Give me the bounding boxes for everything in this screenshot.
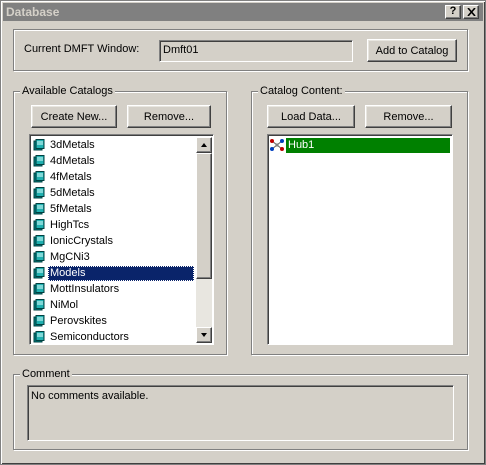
catalog-item[interactable]: MgCNi3 [32, 249, 194, 265]
available-catalogs-title: Available Catalogs [20, 84, 115, 98]
dmft-window-group: Current DMFT Window: Dmft01 Add to Catal… [13, 29, 468, 71]
remove-content-button[interactable]: Remove... [365, 105, 452, 128]
catalog-scrollbar[interactable] [196, 137, 212, 343]
catalog-item[interactable]: 4dMetals [32, 153, 194, 169]
database-dialog: Database ? Current DMFT Window: Dmft01 A… [0, 0, 486, 465]
scroll-thumb[interactable] [196, 153, 212, 279]
catalog-item-label: 5dMetals [50, 186, 95, 199]
catalog-item[interactable]: IonicCrystals [32, 233, 194, 249]
scroll-down-button[interactable] [196, 327, 212, 343]
current-dmft-field: Dmft01 [159, 40, 353, 62]
catalog-item-label: MgCNi3 [50, 250, 90, 263]
comment-text: No comments available. [31, 390, 149, 402]
database-icon [32, 283, 46, 295]
database-icon [32, 299, 46, 311]
catalog-item-label: MottInsulators [50, 282, 120, 295]
database-icon [32, 139, 46, 151]
catalog-item[interactable]: 5dMetals [32, 185, 194, 201]
current-dmft-label: Current DMFT Window: [24, 43, 140, 55]
content-item-label: Hub1 [286, 137, 450, 153]
catalog-item-label: 4dMetals [50, 154, 95, 167]
create-new-button[interactable]: Create New... [31, 105, 117, 128]
catalog-item[interactable]: NiMol [32, 297, 194, 313]
current-dmft-value: Dmft01 [163, 44, 199, 56]
catalog-list[interactable]: 3dMetals 4dMetals 4fMetals 5dMetals 5fMetals… [29, 134, 214, 345]
catalog-item-label: Perovskites [50, 314, 107, 327]
catalog-item-label: 3dMetals [50, 138, 95, 151]
catalog-item[interactable]: Perovskites [32, 313, 194, 329]
database-icon [32, 187, 46, 199]
catalog-item[interactable]: Models [32, 265, 194, 281]
content-list[interactable]: Hub1 [267, 134, 453, 345]
catalog-item[interactable]: 5fMetals [32, 201, 194, 217]
title-bar[interactable]: Database ? [3, 3, 483, 21]
catalog-item-label: 5fMetals [50, 202, 92, 215]
catalog-item-label: HighTcs [50, 218, 90, 231]
database-icon [32, 171, 46, 183]
content-item[interactable]: Hub1 [270, 137, 450, 153]
comment-group: Comment No comments available. [13, 367, 468, 450]
comment-title: Comment [20, 367, 72, 381]
catalog-item-label: NiMol [50, 298, 79, 311]
comment-field[interactable]: No comments available. [27, 385, 454, 441]
available-catalogs-group: Available Catalogs Create New... Remove.… [13, 84, 227, 355]
database-icon [32, 331, 46, 343]
database-icon [32, 219, 46, 231]
catalog-item[interactable]: MottInsulators [32, 281, 194, 297]
catalog-content-title: Catalog Content: [258, 84, 345, 98]
catalog-item-label: 4fMetals [50, 170, 92, 183]
arrow-down-icon [201, 333, 207, 337]
close-icon [467, 8, 476, 16]
window-title: Database [6, 5, 60, 19]
catalog-item[interactable]: Semiconductors [32, 329, 194, 344]
catalog-content-group: Catalog Content: Load Data... Remove... [251, 84, 468, 355]
database-icon [32, 315, 46, 327]
catalog-item-label: IonicCrystals [50, 234, 113, 247]
arrow-up-icon [201, 143, 207, 147]
molecule-icon [270, 139, 284, 151]
database-icon [32, 155, 46, 167]
scroll-up-button[interactable] [196, 137, 212, 153]
catalog-item-label: Models [48, 265, 194, 281]
catalog-item[interactable]: 3dMetals [32, 137, 194, 153]
remove-catalog-button[interactable]: Remove... [127, 105, 211, 128]
catalog-item[interactable]: HighTcs [32, 217, 194, 233]
catalog-item-label: Semiconductors [50, 330, 129, 343]
help-button[interactable]: ? [445, 5, 461, 19]
close-button[interactable] [463, 5, 479, 19]
database-icon [32, 251, 46, 263]
database-icon [32, 235, 46, 247]
database-icon [32, 203, 46, 215]
load-data-button[interactable]: Load Data... [267, 105, 355, 128]
add-to-catalog-button[interactable]: Add to Catalog [367, 39, 457, 62]
database-icon [32, 267, 46, 279]
catalog-item[interactable]: 4fMetals [32, 169, 194, 185]
